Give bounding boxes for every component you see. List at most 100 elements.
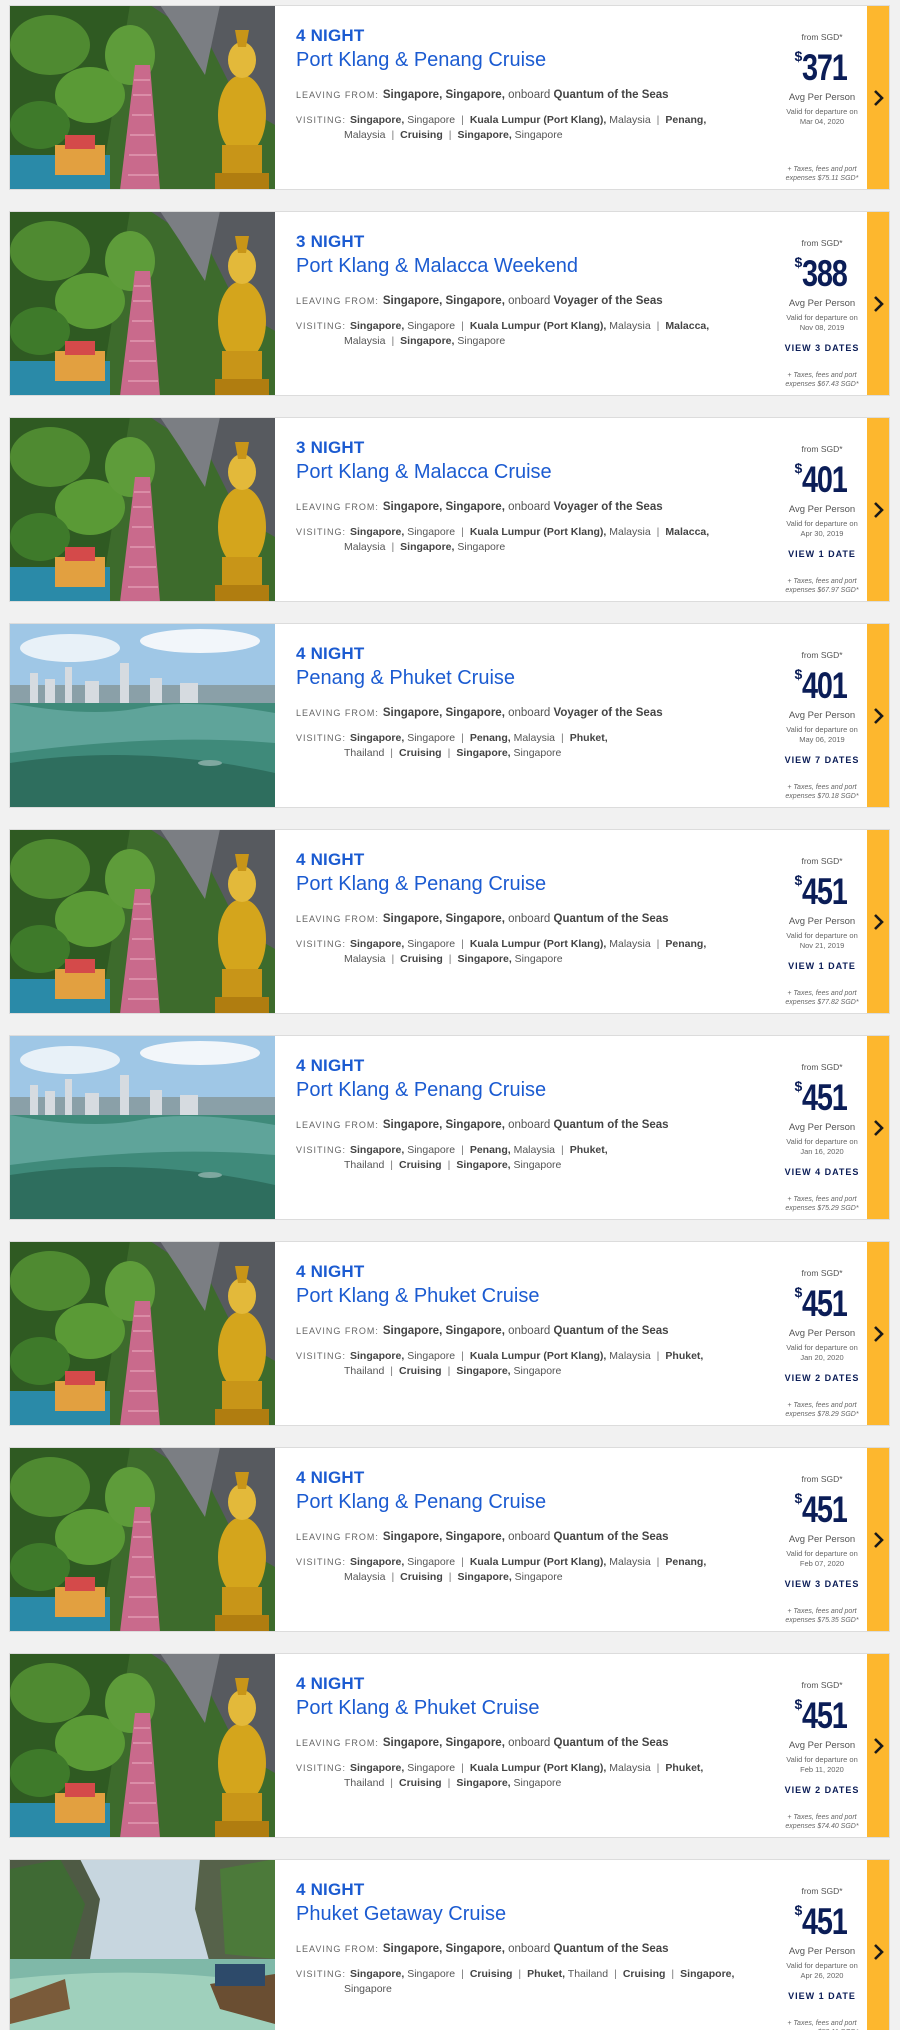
departure-port: Singapore, Singapore, [382,707,505,719]
port-place: Phuket, [527,1968,566,1980]
cruise-title-link[interactable]: Port Klang & Penang Cruise [296,1077,766,1103]
valid-date: May 06, 2019 [799,735,845,744]
price-amount: 451 [802,1283,848,1324]
ship-name: Voyager of the Seas [553,295,663,307]
cruise-image[interactable] [10,1036,275,1219]
port-place: Singapore, [457,953,512,965]
cruise-card[interactable]: 4 NIGHT Port Klang & Penang Cruise LEAVI… [9,1035,890,1220]
leaving-from-label: LEAVING FROM: [296,1738,379,1748]
cruise-title-link[interactable]: Port Klang & Phuket Cruise [296,1283,766,1309]
valid-date: Feb 07, 2020 [799,1559,845,1568]
cruise-card[interactable]: 4 NIGHT Port Klang & Phuket Cruise LEAVI… [9,1653,890,1838]
port-place: Cruising [622,1968,666,1980]
from-currency: from SGD* [801,1886,843,1896]
avg-per-person: Avg Per Person [788,916,856,927]
port-country: Singapore [510,1777,562,1789]
cruise-image[interactable] [10,1654,275,1837]
cruise-title-link[interactable]: Port Klang & Penang Cruise [296,1489,766,1515]
price: $451 [775,1488,869,1532]
cruise-image[interactable] [10,212,275,395]
card-arrow-button[interactable] [867,1036,889,1219]
cruise-image[interactable] [10,418,275,601]
cruise-title-link[interactable]: Port Klang & Penang Cruise [296,871,766,897]
view-dates-link[interactable]: VIEW 7 DATES [775,755,869,765]
onboard-text: onboard [508,1325,551,1337]
port-stop: Kuala Lumpur (Port Klang), Malaysia [470,1762,651,1774]
port-place: Singapore, [350,938,405,950]
port-country: Singapore [511,953,563,965]
port-country: Singapore [404,732,456,744]
cruise-image[interactable] [10,830,275,1013]
cruise-title-link[interactable]: Penang & Phuket Cruise [296,665,766,691]
card-arrow-button[interactable] [867,418,889,601]
cruise-image[interactable] [10,1448,275,1631]
ship-name: Quantum of the Seas [553,913,669,925]
view-dates-link[interactable]: VIEW 2 DATES [775,1785,869,1795]
cruise-results-list: 4 NIGHT Port Klang & Penang Cruise LEAVI… [0,0,900,2030]
cruise-image[interactable] [10,6,275,189]
cruise-card[interactable]: 4 NIGHT Port Klang & Penang Cruise LEAVI… [9,1447,890,1632]
cruise-card[interactable]: 4 NIGHT Phuket Getaway Cruise LEAVING FR… [9,1859,890,2030]
port-country: Singapore [404,938,456,950]
visiting-ports: VISITING: Singapore, Singapore | Kuala Lump… [296,319,766,349]
cruise-card[interactable]: 4 NIGHT Port Klang & Phuket Cruise LEAVI… [9,1241,890,1426]
port-country: Singapore [404,1350,456,1362]
leaving-from-label: LEAVING FROM: [296,502,379,512]
port-list: Singapore, Singapore | Kuala Lumpur (Port … [344,114,706,141]
valid-departure: Valid for departure on Apr 30, 2019 [775,519,869,539]
port-stop: Singapore, Singapore [400,541,505,553]
cruise-title-link[interactable]: Port Klang & Phuket Cruise [296,1695,766,1721]
cruise-card[interactable]: 4 NIGHT Port Klang & Penang Cruise LEAVI… [9,829,890,1014]
port-stop: Cruising [399,1365,442,1377]
card-arrow-button[interactable] [867,1860,889,2030]
card-arrow-button[interactable] [867,1448,889,1631]
cruise-image[interactable] [10,1860,275,2030]
card-arrow-button[interactable] [867,1242,889,1425]
cruise-card[interactable]: 3 NIGHT Port Klang & Malacca Weekend LEA… [9,211,890,396]
cruise-title-link[interactable]: Port Klang & Malacca Weekend [296,253,766,279]
port-country: Singapore [511,129,563,141]
view-dates-link[interactable]: VIEW 1 DATE [775,549,869,559]
cruise-title-link[interactable]: Phuket Getaway Cruise [296,1901,766,1927]
port-stop: Singapore, Singapore [458,129,563,141]
port-stop: Singapore, Singapore [458,1571,563,1583]
taxes-note: + Taxes, fees and port expenses $67.97 S… [785,578,859,594]
port-country: Singapore [404,320,456,332]
port-stop: Singapore, Singapore [350,938,455,950]
view-dates-link[interactable]: VIEW 4 DATES [775,1167,869,1177]
from-currency: from SGD* [801,1268,843,1278]
card-arrow-button[interactable] [867,1654,889,1837]
cruise-image[interactable] [10,624,275,807]
card-arrow-button[interactable] [867,830,889,1013]
cruise-card[interactable]: 4 NIGHT Penang & Phuket Cruise LEAVING F… [9,623,890,808]
from-currency: from SGD* [801,444,843,454]
departure-port: Singapore, Singapore, [382,1119,505,1131]
leaving-from: LEAVING FROM: Singapore, Singapore, onboa… [296,1529,766,1545]
avg-per-person: Avg Per Person [788,504,856,515]
port-place: Phuket, [569,732,608,744]
port-separator: | [461,1762,464,1774]
cruise-title-link[interactable]: Port Klang & Penang Cruise [296,47,766,73]
view-dates-link[interactable]: VIEW 3 DATES [775,343,869,353]
chevron-right-icon [873,913,884,930]
cruise-card[interactable]: 3 NIGHT Port Klang & Malacca Cruise LEAV… [9,417,890,602]
cruise-image[interactable] [10,1242,275,1425]
port-separator: | [390,1777,394,1789]
port-country: Malaysia [606,320,651,332]
onboard-text: onboard [508,1943,551,1955]
card-arrow-button[interactable] [867,624,889,807]
card-arrow-button[interactable] [867,212,889,395]
port-stop: Singapore, Singapore [350,320,455,332]
view-dates-link[interactable]: VIEW 2 DATES [775,1373,869,1383]
view-dates-link[interactable]: VIEW 1 DATE [775,1991,869,2001]
card-arrow-button[interactable] [867,6,889,189]
taxes-note: + Taxes, fees and port expenses $58.11 S… [786,2020,859,2030]
view-dates-link[interactable]: VIEW 3 DATES [775,1579,869,1589]
port-country: Malaysia [606,1350,651,1362]
cruise-title-link[interactable]: Port Klang & Malacca Cruise [296,459,766,485]
port-place: Penang, [665,1556,707,1568]
ship-name: Quantum of the Seas [553,1531,669,1543]
chevron-right-icon [873,1737,884,1754]
cruise-card[interactable]: 4 NIGHT Port Klang & Penang Cruise LEAVI… [9,5,890,190]
view-dates-link[interactable]: VIEW 1 DATE [775,961,869,971]
